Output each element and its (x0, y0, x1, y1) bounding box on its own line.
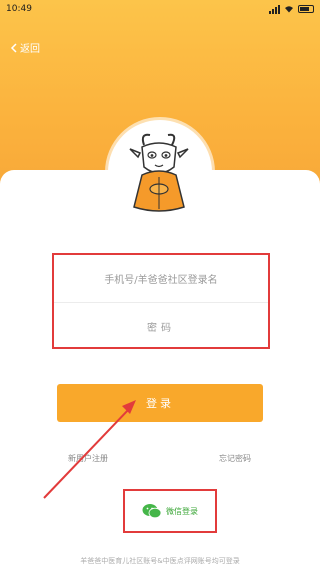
phone-placeholder: 手机号/羊爸爸社区登录名 (104, 275, 218, 286)
battery-icon (298, 5, 314, 13)
goat-mascot-icon (129, 133, 189, 212)
footer-note: 羊爸爸中医育儿社区账号&中医点评网账号均可登录 (80, 557, 240, 565)
password-placeholder: 密码 (147, 323, 175, 334)
login-button[interactable]: 登录 (57, 384, 263, 422)
register-link[interactable]: 新用户注册 (68, 453, 108, 464)
wechat-login-button[interactable]: 微信登录 (123, 489, 217, 533)
status-time: 10:49 (6, 4, 32, 14)
login-button-label: 登录 (146, 397, 174, 410)
status-bar: 10:49 (0, 0, 320, 18)
password-input[interactable]: 密码 (54, 303, 268, 350)
wechat-login-label: 微信登录 (166, 506, 198, 516)
wifi-icon (285, 6, 293, 13)
login-form-highlight: 手机号/羊爸爸社区登录名 密码 (52, 253, 270, 349)
wechat-icon (142, 504, 162, 519)
status-icons (269, 4, 314, 14)
back-button[interactable]: 返回 (10, 40, 40, 55)
signal-icon (269, 4, 280, 14)
avatar (108, 120, 212, 224)
chevron-left-icon (10, 42, 17, 53)
forgot-password-link[interactable]: 忘记密码 (219, 453, 251, 464)
back-label: 返回 (20, 44, 40, 55)
phone-input[interactable]: 手机号/羊爸爸社区登录名 (54, 255, 268, 303)
